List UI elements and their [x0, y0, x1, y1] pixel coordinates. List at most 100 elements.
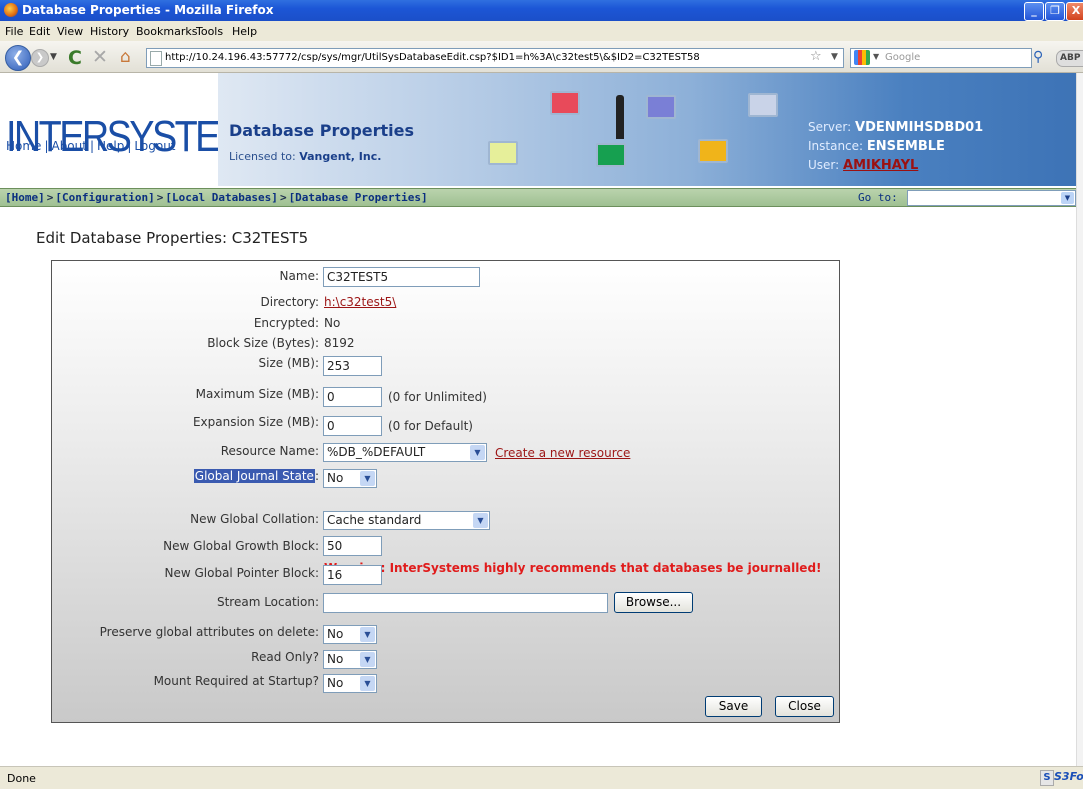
- close-window-button[interactable]: X: [1066, 2, 1083, 21]
- search-bar[interactable]: ▼ Google: [850, 48, 1032, 68]
- monitor-graphic: [550, 91, 580, 115]
- goto-select[interactable]: ▼: [907, 190, 1076, 206]
- navigation-toolbar: ❮ ❯ ▼ C ✕ ⌂ http://10.24.196.43:57772/cs…: [0, 41, 1083, 73]
- stream-location-input[interactable]: [323, 593, 608, 613]
- browse-button[interactable]: Browse...: [614, 592, 693, 613]
- chevron-down-icon[interactable]: ▼: [360, 627, 375, 642]
- forward-button[interactable]: ❯: [31, 49, 49, 67]
- name-label: Name:: [279, 269, 319, 283]
- menu-file[interactable]: File: [5, 25, 23, 38]
- window-title-bar[interactable]: Database Properties - Mozilla Firefox _ …: [0, 0, 1083, 21]
- new-global-collation-value: Cache standard: [327, 513, 422, 527]
- monitor-graphic: [748, 93, 778, 117]
- url-bar[interactable]: http://10.24.196.43:57772/csp/sys/mgr/Ut…: [146, 48, 844, 68]
- create-resource-link[interactable]: Create a new resource: [495, 446, 630, 460]
- name-input[interactable]: C32TEST5: [323, 267, 480, 287]
- chevron-down-icon[interactable]: ▼: [360, 652, 375, 667]
- new-global-pointer-block-input[interactable]: 16: [323, 565, 382, 585]
- max-size-hint: (0 for Unlimited): [388, 390, 487, 404]
- monitor-graphic: [698, 139, 728, 163]
- menu-bookmarks[interactable]: Bookmarks: [136, 25, 197, 38]
- vertical-scrollbar[interactable]: [1076, 73, 1083, 766]
- size-input[interactable]: 253: [323, 356, 382, 376]
- stop-icon[interactable]: ✕: [92, 46, 108, 68]
- chevron-down-icon[interactable]: ▼: [360, 676, 375, 691]
- size-label: Size (MB):: [258, 356, 319, 370]
- adblock-button[interactable]: ABP: [1056, 50, 1083, 67]
- mount-required-value: No: [327, 676, 344, 690]
- new-global-collation-select[interactable]: Cache standard ▼: [323, 511, 490, 530]
- resource-name-value: %DB_%DEFAULT: [327, 445, 426, 459]
- user-name-link[interactable]: AMIKHAYL: [843, 158, 918, 173]
- breadcrumb-configuration[interactable]: [Configuration]: [55, 191, 154, 204]
- menu-view[interactable]: View: [57, 25, 83, 38]
- monitor-graphic: [596, 143, 626, 167]
- menu-tools[interactable]: Tools: [196, 25, 223, 38]
- page-content: INTERSYSTEMS Home | About | Help | Logout Data…: [0, 73, 1076, 766]
- journal-warning: Warning: InterSystems highly recommends …: [324, 561, 822, 575]
- expansion-size-hint: (0 for Default): [388, 419, 473, 433]
- new-global-collation-label: New Global Collation:: [190, 512, 319, 526]
- help-link[interactable]: Help: [97, 139, 124, 153]
- page-heading: Edit Database Properties: C32TEST5: [36, 229, 309, 247]
- url-dropdown-icon[interactable]: ▼: [831, 52, 838, 62]
- chevron-down-icon[interactable]: ▼: [473, 513, 488, 528]
- back-button[interactable]: ❮: [5, 45, 31, 71]
- directory-link[interactable]: h:\c32test5\: [324, 295, 396, 309]
- search-icon[interactable]: ⚲: [1033, 49, 1043, 65]
- read-only-select[interactable]: No ▼: [323, 650, 377, 669]
- history-dropdown-icon[interactable]: ▼: [50, 52, 57, 62]
- preserve-global-attributes-select[interactable]: No ▼: [323, 625, 377, 644]
- home-link[interactable]: Home: [6, 139, 41, 153]
- close-button[interactable]: Close: [775, 696, 834, 717]
- mount-required-select[interactable]: No ▼: [323, 674, 377, 693]
- engine-dropdown-icon[interactable]: ▼: [873, 52, 879, 61]
- goto-label: Go to:: [858, 191, 898, 204]
- breadcrumb-local-databases[interactable]: [Local Databases]: [165, 191, 278, 204]
- chevron-down-icon[interactable]: ▼: [360, 471, 375, 486]
- minimize-button[interactable]: _: [1024, 2, 1044, 21]
- top-links: Home | About | Help | Logout: [6, 139, 176, 153]
- breadcrumb-database-properties[interactable]: [Database Properties]: [289, 191, 428, 204]
- logout-link[interactable]: Logout: [134, 139, 175, 153]
- breadcrumb-home[interactable]: [Home]: [5, 191, 45, 204]
- menu-edit[interactable]: Edit: [29, 25, 50, 38]
- instance-name: ENSEMBLE: [866, 139, 945, 154]
- new-global-growth-block-input[interactable]: 50: [323, 536, 382, 556]
- preserve-global-attributes-value: No: [327, 627, 344, 641]
- page-icon: [150, 51, 162, 66]
- chevron-down-icon[interactable]: ▼: [470, 445, 485, 460]
- breadcrumb: [Home] > [Configuration] > [Local Databases]…: [5, 191, 428, 204]
- s3-addon-icon[interactable]: S: [1040, 770, 1054, 786]
- menu-history[interactable]: History: [90, 25, 129, 38]
- save-button[interactable]: Save: [705, 696, 762, 717]
- global-journal-state-select[interactable]: No ▼: [323, 469, 377, 488]
- window-title: Database Properties - Mozilla Firefox: [22, 3, 274, 17]
- menu-help[interactable]: Help: [232, 25, 257, 38]
- expansion-size-input[interactable]: 0: [323, 416, 382, 436]
- max-size-input[interactable]: 0: [323, 387, 382, 407]
- monitor-graphic: [488, 141, 518, 165]
- search-placeholder: Google: [885, 52, 921, 63]
- google-engine-icon[interactable]: [854, 50, 870, 65]
- status-bar: Done S S3Fo: [0, 766, 1083, 789]
- edit-database-form: Name: C32TEST5 Directory: h:\c32test5\ E…: [51, 260, 840, 723]
- maximize-button[interactable]: ❐: [1045, 2, 1065, 21]
- bookmark-star-icon[interactable]: ☆: [810, 49, 822, 64]
- user-label: User:: [808, 158, 840, 172]
- resource-name-select[interactable]: %DB_%DEFAULT ▼: [323, 443, 487, 462]
- s3-addon-label[interactable]: S3Fo: [1054, 770, 1083, 783]
- page-title: Database Properties: [229, 121, 415, 140]
- home-icon[interactable]: ⌂: [120, 47, 131, 67]
- stream-location-label: Stream Location:: [216, 595, 319, 609]
- server-info: Server: VDENMIHSDBD01 Instance: ENSEMBLE…: [808, 118, 983, 175]
- encrypted-label: Encrypted:: [253, 316, 319, 330]
- read-only-value: No: [327, 652, 344, 666]
- menu-bar: File Edit View History Bookmarks Tools H…: [0, 21, 1083, 42]
- reload-icon[interactable]: C: [68, 47, 82, 69]
- mount-required-label: Mount Required at Startup?: [153, 674, 319, 688]
- chevron-down-icon[interactable]: ▼: [1061, 192, 1074, 204]
- resource-name-label: Resource Name:: [220, 444, 319, 458]
- person-figure: [616, 95, 624, 139]
- about-link[interactable]: About: [51, 139, 86, 153]
